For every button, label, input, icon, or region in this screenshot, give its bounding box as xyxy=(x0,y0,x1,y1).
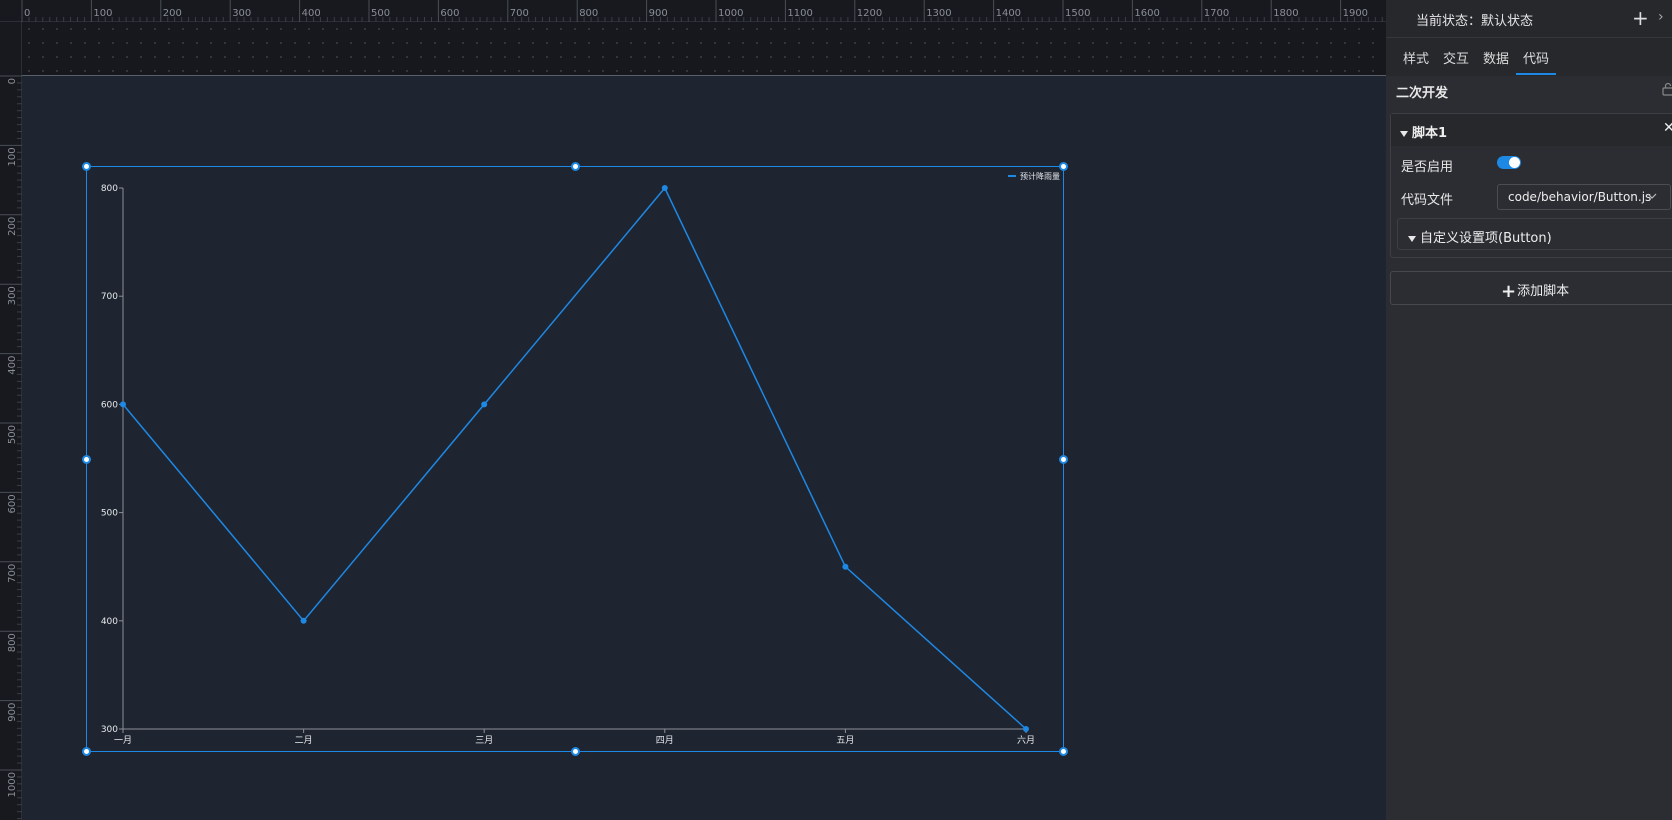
caret-down-icon xyxy=(1408,235,1416,242)
ruler-label: 700 xyxy=(7,564,18,583)
section-title: 二次开发 xyxy=(1396,86,1449,101)
active-tab-indicator xyxy=(1516,73,1556,75)
resize-handle-bottom-right[interactable] xyxy=(1059,747,1068,756)
ruler-label: 200 xyxy=(163,8,182,19)
ruler-label: 400 xyxy=(302,8,321,19)
code-file-select[interactable]: code/behavior/Button.js xyxy=(1497,184,1671,210)
properties-panel: 当前状态：默认状态 + › 样式 交互 数据 代码 二次开发 脚本1 ✕ 是否启… xyxy=(1386,0,1672,820)
resize-handle-left[interactable] xyxy=(82,455,91,464)
left-ruler[interactable]: 0 100 200 300 400 500 600 700 800 900 1000 xyxy=(0,22,22,820)
resize-handle-top[interactable] xyxy=(571,162,580,171)
ruler-label: 1100 xyxy=(787,8,812,19)
ruler-label: 900 xyxy=(7,703,18,722)
ruler-label: 1200 xyxy=(857,8,882,19)
script-card-header[interactable]: 脚本1 ✕ xyxy=(1391,114,1672,146)
ruler-label: 1700 xyxy=(1204,8,1229,19)
resize-handle-bottom-left[interactable] xyxy=(82,747,91,756)
close-icon[interactable]: ✕ xyxy=(1663,120,1672,136)
resize-handle-right[interactable] xyxy=(1059,455,1068,464)
ruler-label: 100 xyxy=(7,147,18,166)
ruler-label: 200 xyxy=(7,217,18,236)
tab-data[interactable]: 数据 xyxy=(1483,48,1509,67)
ruler-label: 500 xyxy=(7,425,18,444)
left-ruler-ticks: 0 100 200 300 400 500 600 700 800 900 1000 xyxy=(0,75,22,820)
ruler-label: 900 xyxy=(649,8,668,19)
ruler-label: 800 xyxy=(579,8,598,19)
ruler-label: 300 xyxy=(232,8,251,19)
ruler-label: 500 xyxy=(371,8,390,19)
panel-header: 当前状态：默认状态 + › xyxy=(1386,0,1672,38)
toggle-knob xyxy=(1509,157,1520,168)
plus-icon[interactable]: + xyxy=(1632,6,1649,30)
custom-settings-section[interactable]: 自定义设置项(Button) xyxy=(1397,218,1672,250)
resize-handle-top-left[interactable] xyxy=(82,162,91,171)
ruler-label: 1000 xyxy=(7,772,18,797)
top-ruler-ticks: 0 100 200 300 400 500 600 700 800 900 1000 1100 1200… xyxy=(21,0,1383,22)
ruler-label: 1800 xyxy=(1273,8,1298,19)
ruler-label: 1600 xyxy=(1134,8,1159,19)
resize-handle-bottom[interactable] xyxy=(571,747,580,756)
custom-settings-label: 自定义设置项(Button) xyxy=(1420,231,1552,246)
enable-toggle[interactable] xyxy=(1497,156,1521,169)
lock-icon[interactable] xyxy=(1662,82,1672,96)
design-canvas[interactable]: 0 100 200 300 400 500 600 700 800 900 1000 1100 1200… xyxy=(0,0,1386,820)
add-script-button[interactable]: +添加脚本 xyxy=(1390,271,1672,305)
ruler-guide-band xyxy=(22,22,1386,76)
ruler-label: 1000 xyxy=(718,8,743,19)
selection-box[interactable] xyxy=(82,162,1068,756)
top-ruler[interactable]: 0 100 200 300 400 500 600 700 800 900 1000 1100 1200… xyxy=(0,0,1386,22)
ruler-label: 400 xyxy=(7,356,18,375)
tab-interaction[interactable]: 交互 xyxy=(1443,48,1469,67)
ruler-label: 0 xyxy=(24,8,30,19)
ruler-label: 1400 xyxy=(996,8,1021,19)
custom-settings-wrap: 自定义设置项(Button) xyxy=(1408,227,1552,246)
tab-code[interactable]: 代码 xyxy=(1523,48,1549,67)
current-state-label[interactable]: 当前状态：默认状态 xyxy=(1416,10,1533,29)
add-script-label: 添加脚本 xyxy=(1517,284,1570,299)
caret-down-icon xyxy=(1400,130,1408,137)
code-file-value: code/behavior/Button.js xyxy=(1508,190,1652,204)
ruler-label: 1900 xyxy=(1343,8,1368,19)
code-file-label: 代码文件 xyxy=(1401,193,1454,208)
ruler-label: 1300 xyxy=(926,8,951,19)
add-script-content: +添加脚本 xyxy=(1501,280,1569,302)
ruler-label: 1500 xyxy=(1065,8,1090,19)
ruler-label: 700 xyxy=(510,8,529,19)
ruler-label: 300 xyxy=(7,286,18,305)
chevron-right-icon[interactable]: › xyxy=(1658,9,1664,25)
ruler-label: 800 xyxy=(7,633,18,652)
resize-handle-top-right[interactable] xyxy=(1059,162,1068,171)
chevron-down-icon xyxy=(1647,193,1657,199)
script-title-wrap: 脚本1 xyxy=(1400,122,1447,141)
panel-tabs: 样式 交互 数据 代码 xyxy=(1386,38,1672,76)
ruler-label: 100 xyxy=(93,8,112,19)
tab-style[interactable]: 样式 xyxy=(1403,48,1429,67)
plus-icon: + xyxy=(1501,281,1517,302)
enable-label: 是否启用 xyxy=(1401,160,1454,175)
ruler-label: 0 xyxy=(7,78,18,84)
ruler-label: 600 xyxy=(7,494,18,513)
script-card: 脚本1 ✕ 是否启用 代码文件 code/behavior/Button.js … xyxy=(1390,113,1672,258)
script-title: 脚本1 xyxy=(1412,126,1448,141)
ruler-label: 600 xyxy=(440,8,459,19)
